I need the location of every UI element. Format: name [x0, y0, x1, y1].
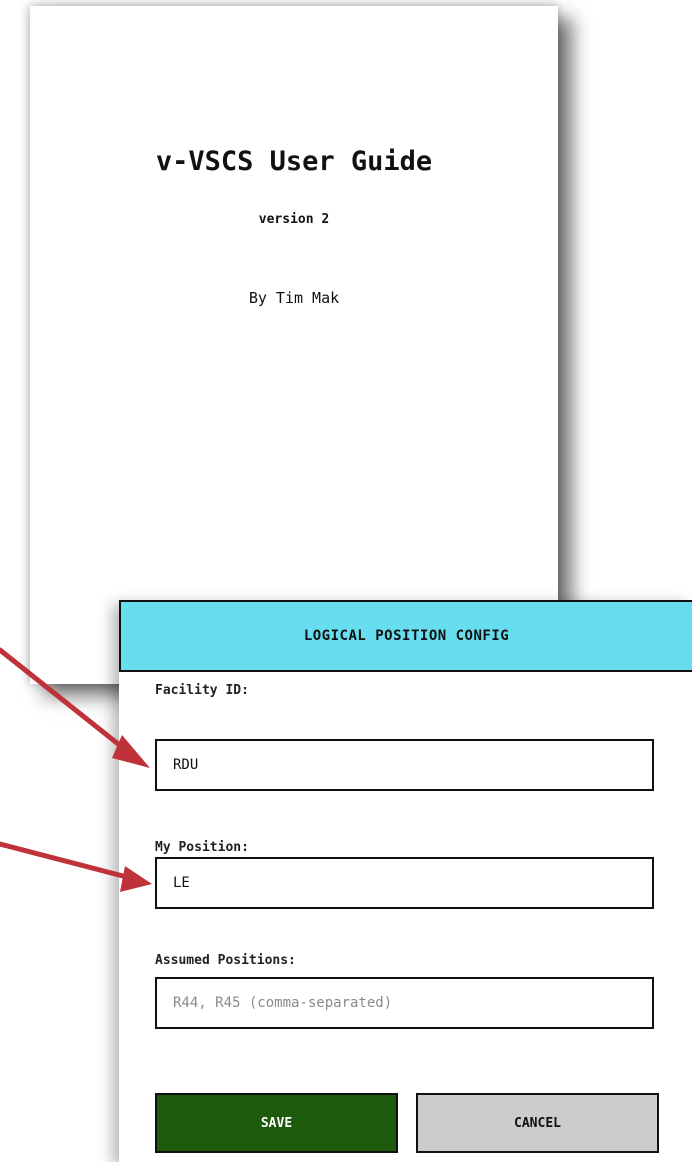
guide-author: By Tim Mak: [248, 289, 340, 307]
dialog-title: LOGICAL POSITION CONFIG: [303, 628, 510, 644]
assumed-positions-label: Assumed Positions:: [155, 953, 296, 968]
facility-id-label: Facility ID:: [155, 683, 249, 698]
save-button-label: SAVE: [260, 1115, 293, 1131]
guide-cover-page: v-VSCS User Guide version 2 By Tim Mak: [30, 6, 558, 684]
cancel-button-label: CANCEL: [514, 1115, 561, 1131]
my-position-input[interactable]: [155, 857, 654, 909]
facility-id-input[interactable]: [155, 739, 654, 791]
guide-version: version 2: [258, 212, 330, 227]
save-button[interactable]: SAVE: [155, 1093, 398, 1153]
cancel-button[interactable]: CANCEL: [416, 1093, 659, 1153]
assumed-positions-input[interactable]: [155, 977, 654, 1029]
logical-position-config-dialog: LOGICAL POSITION CONFIG Facility ID: My …: [119, 600, 692, 1162]
guide-title: v-VSCS User Guide: [155, 146, 433, 177]
dialog-header: LOGICAL POSITION CONFIG: [119, 600, 692, 672]
my-position-label: My Position:: [155, 840, 249, 855]
